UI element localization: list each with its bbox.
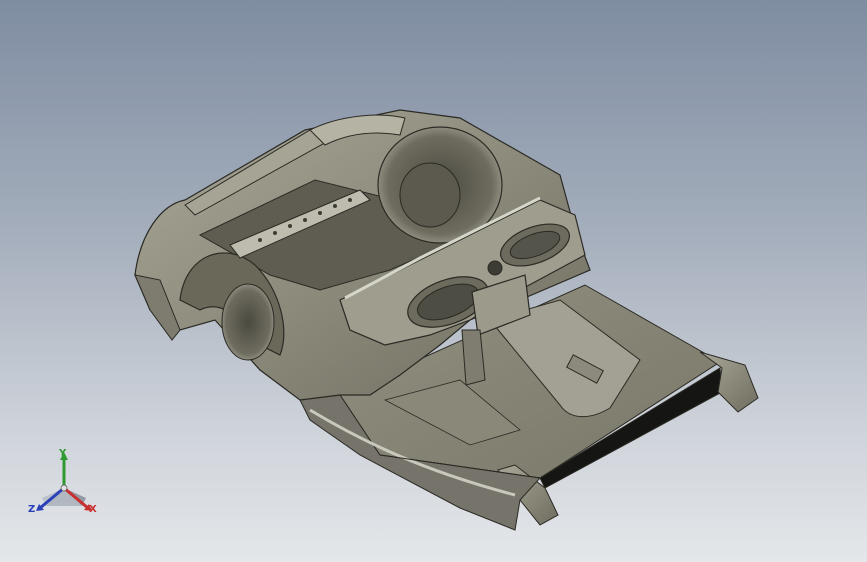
x-axis-label: X [89,504,97,515]
dash-knob [487,260,503,276]
z-axis-label: Z [28,504,36,515]
car-body-3d-model[interactable] [0,0,867,562]
front-wheel-well [221,283,275,361]
y-axis-label: Y [59,448,67,459]
graphics-viewport[interactable]: Y X Z [0,0,867,562]
orientation-triad[interactable]: Y X Z [22,446,106,526]
rear-wheel-hub [399,162,461,228]
